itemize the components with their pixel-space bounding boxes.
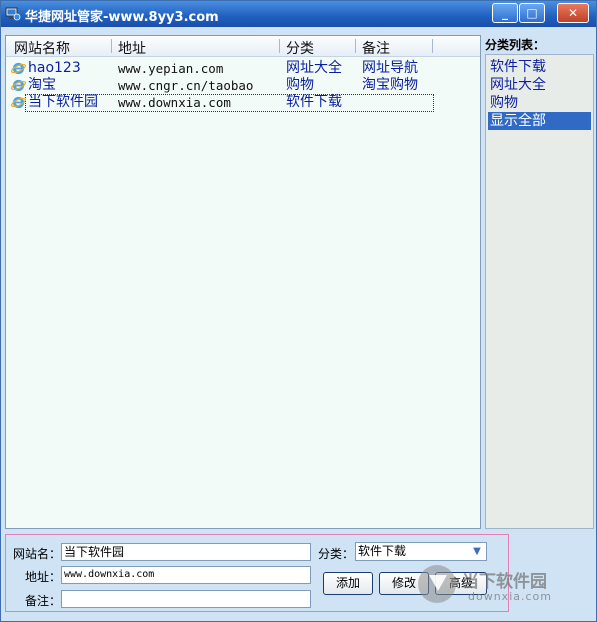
website-list[interactable]: 网站名称 地址 分类 备注 hao123 www.yepian.com 网址大全… [5, 35, 481, 529]
ie-icon [11, 96, 26, 109]
column-divider[interactable] [279, 39, 280, 53]
column-header-name[interactable]: 网站名称 [14, 38, 70, 58]
window-title: 华捷网址管家-www.8yy3.com [25, 10, 219, 25]
list-row[interactable]: 淘宝 www.cngr.cn/taobao 购物 淘宝购物 [6, 77, 480, 94]
category-item-show-all[interactable]: 显示全部 [488, 112, 591, 130]
category-item-software[interactable]: 软件下载 [488, 58, 591, 76]
minimize-button[interactable]: _ [492, 3, 518, 23]
main-window: 华捷网址管家-www.8yy3.com _ □ ✕ 网站名称 地址 分类 备注 … [0, 0, 597, 622]
column-divider[interactable] [111, 39, 112, 53]
category-select[interactable]: 软件下载 ▼ [355, 542, 487, 561]
column-divider[interactable] [355, 39, 356, 53]
close-button[interactable]: ✕ [557, 3, 589, 23]
category-item-shopping[interactable]: 购物 [488, 94, 591, 112]
chevron-down-icon[interactable]: ▼ [470, 544, 484, 559]
row-note: 网址导航 [362, 60, 418, 76]
row-name: hao123 [28, 60, 81, 76]
category-item-directory[interactable]: 网址大全 [488, 76, 591, 94]
row-url: www.cngr.cn/taobao [118, 78, 254, 93]
title-bar[interactable]: 华捷网址管家-www.8yy3.com _ □ ✕ [1, 1, 596, 27]
row-category: 网址大全 [286, 60, 342, 76]
column-header-category[interactable]: 分类 [286, 38, 314, 58]
download-logo-icon [418, 565, 456, 603]
watermark-subtext: downxia.com [468, 590, 552, 603]
list-header: 网站名称 地址 分类 备注 [6, 36, 480, 57]
list-row-selected[interactable]: 当下软件园 www.downxia.com 软件下载 [6, 94, 480, 112]
column-header-note[interactable]: 备注 [362, 38, 390, 58]
category-list[interactable]: 软件下载 网址大全 购物 显示全部 [485, 54, 594, 529]
row-url: www.downxia.com [118, 95, 231, 110]
name-label: 网站名： [13, 547, 62, 561]
row-category: 购物 [286, 77, 314, 93]
maximize-button[interactable]: □ [519, 3, 545, 23]
name-field[interactable]: 当下软件园 [61, 543, 311, 561]
row-url: www.yepian.com [118, 61, 224, 76]
category-select-value: 软件下载 [358, 544, 407, 558]
category-list-title: 分类列表： [485, 38, 546, 52]
list-row[interactable]: hao123 www.yepian.com 网址大全 网址导航 [6, 60, 480, 77]
row-note: 淘宝购物 [362, 77, 418, 93]
column-divider[interactable] [432, 39, 433, 53]
row-name: 当下软件园 [28, 94, 98, 110]
url-field[interactable]: www.downxia.com [61, 566, 311, 584]
ie-icon [11, 62, 26, 75]
category-label: 分类： [318, 547, 355, 561]
note-field[interactable] [61, 590, 311, 608]
ie-icon [11, 79, 26, 92]
note-label: 备注： [25, 594, 62, 608]
column-header-url[interactable]: 地址 [118, 38, 146, 58]
watermark-text: 当下软件园 [462, 572, 547, 592]
row-name: 淘宝 [28, 77, 56, 93]
row-category: 软件下载 [286, 94, 342, 110]
computer-icon [5, 7, 21, 21]
watermark: 当下软件园 downxia.com [418, 565, 594, 611]
url-label: 地址： [25, 570, 62, 584]
add-button[interactable]: 添加 [323, 572, 373, 595]
